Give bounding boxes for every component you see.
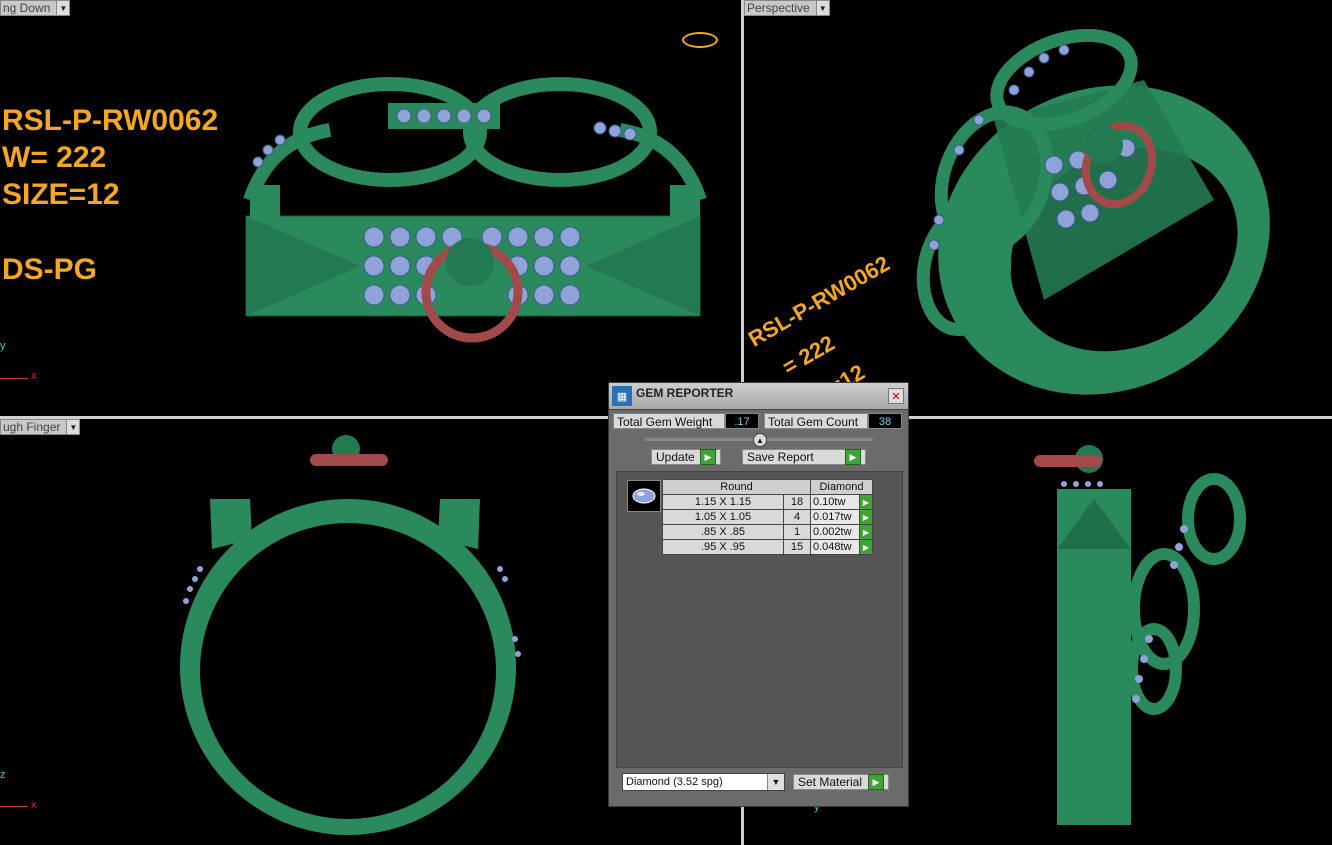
table-row: 1.15 X 1.15 18 0.10tw ▶	[662, 494, 873, 510]
gem-size: .95 X .95	[662, 539, 784, 555]
gem-reporter-icon: ▦	[612, 386, 632, 406]
total-weight-value: .17	[725, 413, 759, 429]
gem-weight: 0.002tw	[810, 524, 860, 540]
set-material-button[interactable]: Set Material ▶	[793, 774, 889, 790]
save-report-button-label: Save Report	[747, 450, 814, 464]
axis-x-line	[0, 806, 28, 807]
total-weight-row: Total Gem Weight .17	[613, 413, 759, 429]
material-header: Diamond	[810, 479, 873, 495]
play-arrow-icon: ▶	[868, 774, 884, 790]
play-arrow-icon: ▶	[845, 449, 861, 465]
total-count-row: Total Gem Count 38	[764, 413, 902, 429]
table-row: 1.05 X 1.05 4 0.017tw ▶	[662, 509, 873, 525]
table-row: .95 X .95 15 0.048tw ▶	[662, 539, 873, 555]
gem-size: .85 X .85	[662, 524, 784, 540]
shape-header: Round	[662, 479, 811, 495]
gem-count: 15	[783, 539, 811, 555]
chevron-down-icon[interactable]: ▼	[767, 774, 784, 790]
gem-size: 1.05 X 1.05	[662, 509, 784, 525]
play-arrow-icon: ▶	[700, 449, 716, 465]
gem-table: Round Diamond 1.15 X 1.15 18 0.10tw ▶ 1.…	[662, 479, 873, 555]
gem-count: 4	[783, 509, 811, 525]
select-row-button[interactable]: ▶	[859, 524, 873, 540]
viewport-top-down[interactable]: ng Down ▼ RSL-P-RW0062 W= 222 SIZE=12 DS…	[0, 0, 741, 416]
detail-slider-knob[interactable]: ▲	[753, 433, 767, 447]
select-row-button[interactable]: ▶	[859, 494, 873, 510]
material-select[interactable]: Diamond (3.52 spg) ▼	[622, 773, 785, 791]
gem-table-header: Round Diamond	[662, 479, 873, 495]
total-weight-label: Total Gem Weight	[613, 413, 725, 429]
dialog-title-bar[interactable]: ▦ GEM REPORTER ✕	[609, 383, 908, 410]
ring-front-render	[243, 77, 707, 343]
gem-weight: 0.048tw	[810, 539, 860, 555]
set-material-button-label: Set Material	[798, 775, 863, 789]
gem-count: 1	[783, 524, 811, 540]
update-button[interactable]: Update ▶	[651, 449, 721, 465]
gem-size: 1.15 X 1.15	[662, 494, 784, 510]
viewport-perspective[interactable]: Perspective ▼ RSL-P-RW0062 = 222 =12	[744, 0, 1332, 416]
total-count-label: Total Gem Count	[764, 413, 868, 429]
update-button-label: Update	[656, 450, 695, 464]
gem-weight: 0.10tw	[810, 494, 860, 510]
axis-z-label: z	[0, 769, 6, 781]
select-row-button[interactable]: ▶	[859, 539, 873, 555]
save-report-button[interactable]: Save Report ▶	[742, 449, 866, 465]
select-row-button[interactable]: ▶	[859, 509, 873, 525]
total-count-value: 38	[868, 413, 902, 429]
dialog-title: GEM REPORTER	[636, 386, 734, 400]
gem-weight: 0.017tw	[810, 509, 860, 525]
table-row: .85 X .85 1 0.002tw ▶	[662, 524, 873, 540]
gem-reporter-dialog: ▦ GEM REPORTER ✕ Total Gem Weight .17 To…	[608, 382, 909, 807]
material-select-value: Diamond (3.52 spg)	[626, 776, 723, 788]
gem-count: 18	[783, 494, 811, 510]
close-icon[interactable]: ✕	[888, 388, 904, 404]
gem-table-area: Round Diamond 1.15 X 1.15 18 0.10tw ▶ 1.…	[616, 471, 903, 768]
axis-x-label: x	[31, 799, 37, 811]
round-gem-icon[interactable]	[627, 480, 661, 512]
